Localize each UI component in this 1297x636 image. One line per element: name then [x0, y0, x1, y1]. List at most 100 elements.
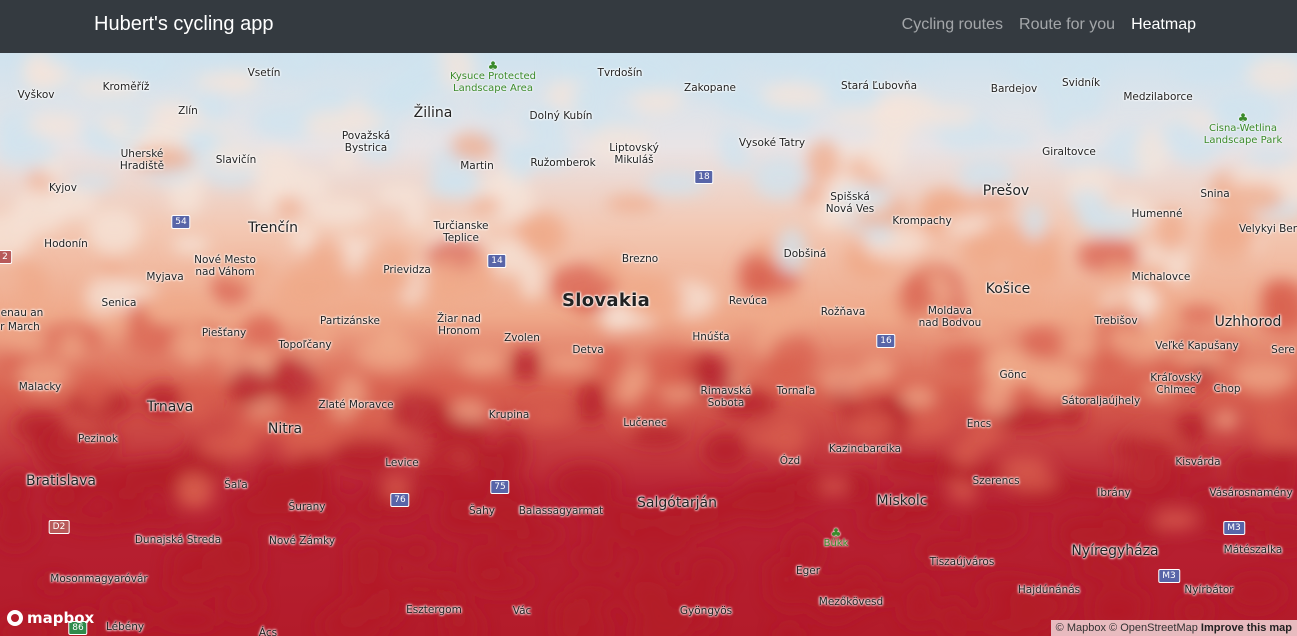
city-label: Rožňava: [820, 306, 866, 318]
city-label: Ibrány: [1097, 487, 1131, 499]
city-label: Kisvárda: [1175, 456, 1221, 468]
city-label: Miskolc: [876, 493, 928, 509]
city-label: Košice: [985, 281, 1031, 297]
city-label: Krupina: [488, 409, 530, 421]
city-label: Malacky: [18, 381, 62, 393]
city-label: Liptovský Mikuláš: [609, 142, 659, 166]
road-shield: 18: [694, 170, 714, 184]
city-label: Eger: [795, 565, 821, 577]
city-label: Zvolen: [504, 332, 540, 344]
attribution-osm[interactable]: © OpenStreetMap: [1109, 622, 1198, 634]
city-label: Tiszaújváros: [929, 556, 995, 568]
road-shield: 75: [490, 480, 510, 494]
city-label: Hajdúnánás: [1017, 584, 1081, 596]
road-shield: 76: [390, 493, 410, 507]
city-label: Trenčín: [248, 220, 298, 236]
city-label: Nyíregyháza: [1071, 543, 1159, 559]
city-label: Slavičín: [215, 154, 257, 166]
city-label: Mosonmagyaróvár: [50, 573, 148, 585]
city-label: Humenné: [1131, 208, 1183, 220]
nav-cycling-routes[interactable]: Cycling routes: [902, 16, 1003, 34]
city-label: Detva: [572, 344, 604, 356]
city-label: Senica: [101, 297, 137, 309]
city-label: Lébény: [105, 621, 145, 633]
city-label: Ózd: [779, 455, 801, 467]
city-label: Myjava: [146, 271, 184, 283]
city-label: Velykyi Ber: [1238, 223, 1297, 235]
city-label: r March: [0, 321, 40, 333]
city-label: Rimavská Sobota: [700, 385, 752, 409]
park-label: ♣ Cisna-Wetlina Landscape Park: [1203, 111, 1283, 146]
city-label: Dunajská Streda: [134, 534, 222, 546]
nav-heatmap[interactable]: Heatmap: [1131, 16, 1196, 34]
city-label: Bratislava: [26, 473, 96, 489]
city-label: Esztergom: [406, 604, 462, 616]
city-label: Nitra: [267, 421, 303, 437]
city-label: Nové Zámky: [268, 535, 336, 547]
city-label: Prešov: [982, 183, 1030, 199]
city-label: Medzilaborce: [1123, 91, 1193, 103]
city-label: Mezőkövesd: [818, 596, 884, 608]
city-label: Hodonín: [44, 238, 88, 250]
road-shield: 2: [0, 250, 12, 264]
city-label: Kráľovský Chlmec: [1150, 372, 1202, 396]
city-label: Sátoraljaújhely: [1061, 395, 1141, 407]
city-label: Revúca: [728, 295, 768, 307]
city-label: Pezinok: [77, 433, 119, 445]
city-label: Šaľa: [224, 479, 248, 491]
mapbox-logo[interactable]: mapbox: [7, 609, 94, 627]
city-label: Šurany: [288, 501, 326, 513]
city-label: Veľké Kapušany: [1155, 340, 1239, 352]
city-label: Chop: [1213, 383, 1241, 395]
city-label: Kroměříž: [102, 81, 150, 93]
map-labels: Vyškov Kroměříž Vsetín Zlín Žilina Dolný Kubí…: [0, 53, 1297, 636]
city-label: Tornaľa: [776, 385, 816, 397]
nav-route-for-you[interactable]: Route for you: [1019, 16, 1115, 34]
city-label: Lučenec: [623, 417, 667, 429]
city-label: Uzhhorod: [1214, 314, 1282, 330]
road-shield: M3: [1223, 521, 1245, 535]
road-shield: 14: [487, 254, 507, 268]
city-label: Vác: [512, 605, 532, 617]
city-label: Gönc: [999, 369, 1027, 381]
improve-map-link[interactable]: Improve this map: [1201, 622, 1292, 634]
city-label: Tvrdošín: [597, 67, 643, 79]
city-label: Vyškov: [17, 89, 55, 101]
attribution-mapbox[interactable]: © Mapbox: [1056, 622, 1106, 634]
city-label: Kyjov: [49, 182, 77, 194]
city-label: Dolný Kubín: [529, 110, 593, 122]
road-shield: D2: [48, 520, 70, 534]
road-shield: M3: [1158, 569, 1180, 583]
city-label: Žiar nad Hronom: [437, 313, 481, 337]
city-label: Krompachy: [892, 215, 952, 227]
city-label: enau an: [0, 307, 44, 319]
city-label: Michalovce: [1131, 271, 1191, 283]
city-label: Ružomberok: [530, 157, 596, 169]
city-label: Balassagyarmat: [518, 505, 604, 517]
country-label: Slovakia: [561, 290, 651, 311]
city-label: Encs: [966, 418, 992, 430]
map-attribution: © Mapbox © OpenStreetMap Improve this ma…: [1050, 620, 1297, 636]
city-label: Trnava: [146, 399, 194, 415]
city-label: Trebišov: [1094, 315, 1138, 327]
city-label: Hnúšťa: [692, 331, 730, 343]
tree-icon: ♣: [830, 526, 842, 540]
city-label: Uherské Hradiště: [119, 148, 165, 172]
app-brand[interactable]: Hubert's cycling app: [94, 13, 273, 36]
city-label: Martin: [460, 160, 494, 172]
city-label: Vysoké Tatry: [738, 137, 806, 149]
city-label: Gyöngyös: [679, 605, 733, 617]
nav-links: Cycling routes Route for you Heatmap: [902, 16, 1196, 34]
city-label: Zlaté Moravce: [318, 399, 394, 411]
city-label: Nové Mesto nad Váhom: [194, 254, 256, 278]
city-label: Piešťany: [201, 327, 247, 339]
tree-icon: ♣: [487, 59, 499, 73]
city-label: Nyírbátor: [1184, 584, 1234, 596]
city-label: Žilina: [413, 105, 453, 121]
city-label: Stará Ľubovňa: [840, 80, 918, 92]
city-label: Partizánske: [320, 315, 380, 327]
city-label: Levice: [385, 457, 419, 469]
heatmap-map[interactable]: Vyškov Kroměříž Vsetín Zlín Žilina Dolný Kubí…: [0, 53, 1297, 636]
city-label: Mátészalka: [1223, 544, 1283, 556]
city-label: Bardejov: [990, 83, 1038, 95]
